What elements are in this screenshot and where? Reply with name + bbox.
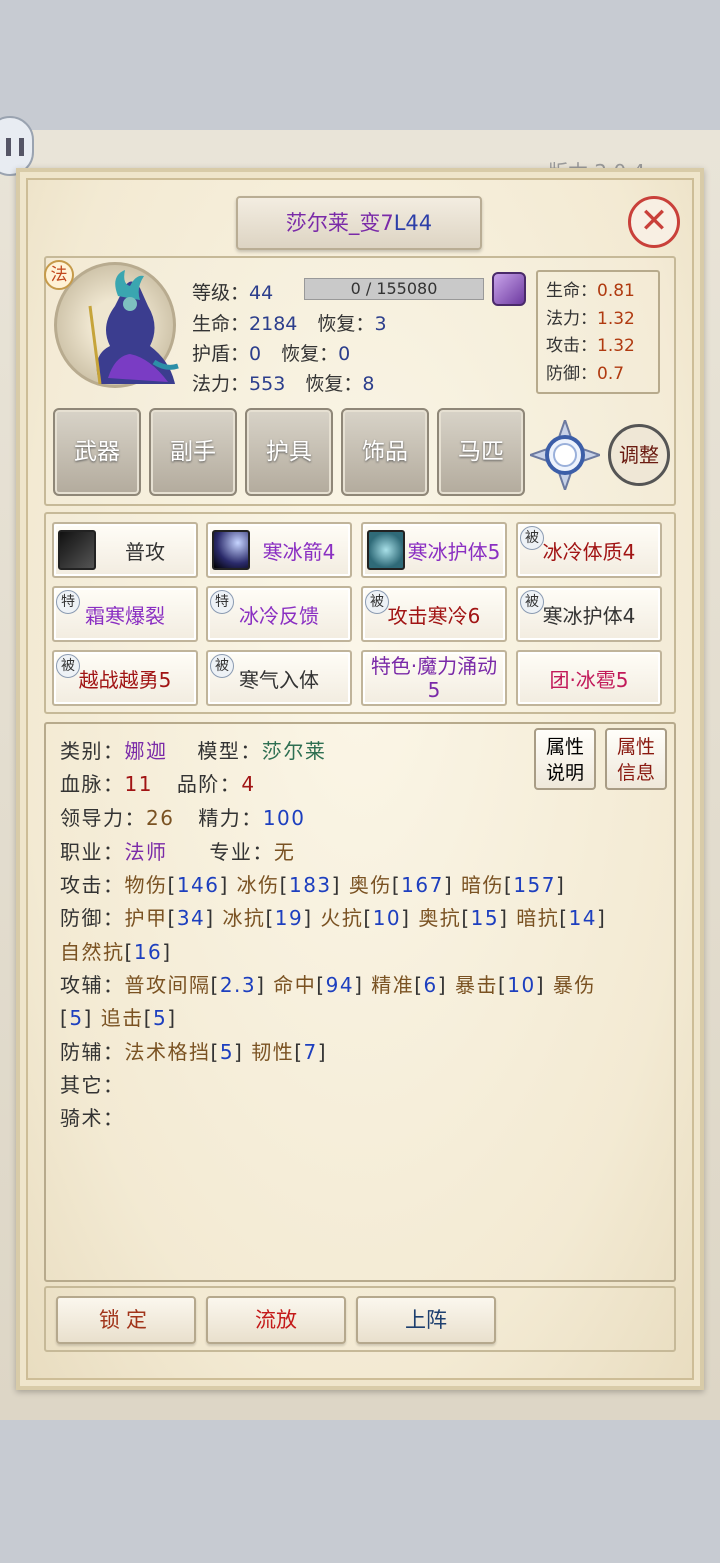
attack-aux-line-2: [5] 追击[5] — [60, 1006, 177, 1030]
riding-line: 骑术： — [60, 1106, 125, 1130]
item-icon[interactable] — [492, 272, 526, 306]
lock-button[interactable]: 锁定 — [56, 1296, 196, 1344]
hp-label: 生命： — [192, 313, 250, 335]
passive-tag: 被 — [365, 590, 389, 614]
shield-row: 护盾：0 恢复：0 — [192, 339, 350, 366]
growth-hp: 生命：0.81 — [546, 281, 635, 301]
bloodline-line: 血脉：11 品阶：4 — [60, 772, 256, 796]
level-value: 44 — [249, 282, 274, 304]
skill-slot[interactable]: 寒冰护体5 — [361, 522, 507, 578]
sword-icon — [58, 530, 96, 570]
defense-line-2: 自然抗[16] — [60, 940, 172, 964]
other-line: 其它： — [60, 1073, 125, 1097]
star-emblem-icon[interactable] — [530, 420, 600, 490]
category-line: 类别：娜迦 模型：莎尔莱 — [60, 739, 327, 763]
skill-slot[interactable]: 特色·魔力涌动5 — [361, 650, 507, 706]
shield-value: 0 — [249, 343, 262, 365]
level-row: 等级：44 — [192, 278, 273, 305]
skill-slot[interactable]: 普攻 — [52, 522, 198, 578]
defense-aux-line: 防辅：法术格挡[5] 韧性[7] — [60, 1040, 328, 1064]
equip-weapon-button[interactable]: 武器 — [53, 408, 141, 496]
hp-row: 生命：2184 恢复：3 — [192, 309, 387, 336]
skill-slot[interactable]: 寒冰箭4 — [206, 522, 352, 578]
leadership-line: 领导力：26 精力：100 — [60, 806, 306, 830]
equip-accessory-button[interactable]: 饰品 — [341, 408, 429, 496]
character-name: 莎尔莱_变7 — [285, 211, 394, 235]
growth-defense: 防御：0.7 — [546, 363, 625, 384]
ice-armor-icon — [367, 530, 405, 570]
hp-regen-value: 3 — [374, 313, 387, 335]
job-line: 职业：法师 专业：无 — [60, 840, 296, 864]
mp-regen-value: 8 — [362, 373, 375, 395]
exile-button[interactable]: 流放 — [206, 1296, 346, 1344]
passive-tag: 被 — [210, 654, 234, 678]
shield-regen-label: 恢复： — [281, 343, 339, 365]
special-tag: 特 — [210, 590, 234, 614]
passive-tag: 被 — [520, 590, 544, 614]
growth-box: 生命：0.81 法力：1.32 攻击：1.32 防御：0.7 — [536, 270, 660, 394]
growth-attack: 攻击：1.32 — [546, 336, 635, 356]
equip-mount-button[interactable]: 马匹 — [437, 408, 525, 496]
ice-arrow-icon — [212, 530, 250, 570]
skill-slot[interactable]: 被 寒冰护体4 — [516, 586, 662, 642]
attack-aux-line: 攻辅：普攻间隔[2.3] 命中[94] 精准[6] 暴击[10] 暴伤 — [60, 973, 596, 997]
exp-bar: 0 / 155080 — [304, 278, 484, 300]
defense-line: 防御：护甲[34] 冰抗[19] 火抗[10] 奥抗[15] 暗抗[14] — [60, 906, 607, 930]
skill-slot[interactable]: 被 越战越勇5 — [52, 650, 198, 706]
skill-slot[interactable]: 特 冰冷反馈 — [206, 586, 352, 642]
mp-row: 法力：553 恢复：8 — [192, 369, 374, 396]
mp-value: 553 — [249, 373, 286, 395]
skill-slot[interactable]: 被 寒气入体 — [206, 650, 352, 706]
attribute-description-button[interactable]: 属性 说明 — [534, 728, 596, 790]
growth-mp: 法力：1.32 — [546, 308, 635, 329]
passive-tag: 被 — [520, 526, 544, 550]
deploy-button[interactable]: 上阵 — [356, 1296, 496, 1344]
skill-slot[interactable]: 被 攻击寒冷6 — [361, 586, 507, 642]
shield-regen-value: 0 — [338, 343, 351, 365]
equip-armor-button[interactable]: 护具 — [245, 408, 333, 496]
equip-offhand-button[interactable]: 副手 — [149, 408, 237, 496]
passive-tag: 被 — [56, 654, 80, 678]
adjust-button[interactable]: 调整 — [608, 424, 670, 486]
close-button[interactable]: ✕ — [628, 196, 680, 248]
hp-value: 2184 — [249, 313, 298, 335]
attack-line: 攻击：物伤[146] 冰伤[183] 奥伤[167] 暗伤[157] — [60, 873, 566, 897]
character-level-tag: L44 — [393, 211, 433, 235]
naga-portrait-icon — [88, 270, 179, 385]
special-tag: 特 — [56, 590, 80, 614]
hp-regen-label: 恢复： — [317, 313, 375, 335]
level-label: 等级： — [192, 282, 250, 304]
skill-slot[interactable]: 被 冰冷体质4 — [516, 522, 662, 578]
skill-slot[interactable]: 团·冰雹5 — [516, 650, 662, 706]
mp-regen-label: 恢复： — [305, 373, 363, 395]
mp-label: 法力： — [192, 373, 250, 395]
skill-slot[interactable]: 特 霜寒爆裂 — [52, 586, 198, 642]
class-badge: 法 — [44, 260, 74, 290]
shield-label: 护盾： — [192, 343, 250, 365]
attribute-info-button[interactable]: 属性 信息 — [605, 728, 667, 790]
character-title: 莎尔莱_变7L44 — [236, 196, 482, 250]
